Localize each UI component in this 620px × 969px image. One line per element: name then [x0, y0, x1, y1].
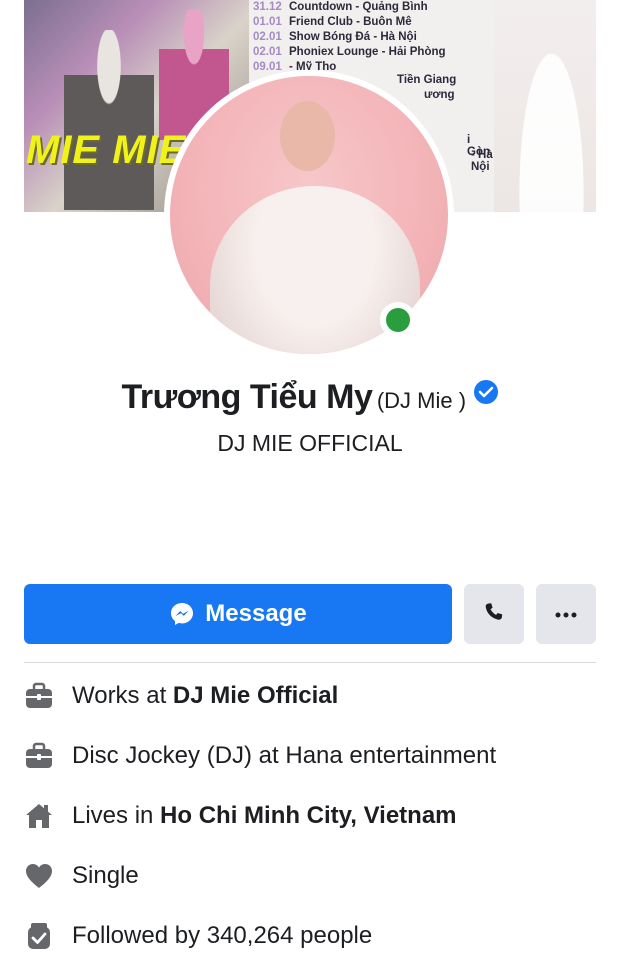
heart-icon: [22, 859, 56, 893]
avatar-head-shape: [280, 101, 335, 171]
call-button[interactable]: [464, 584, 524, 644]
info-text: Single: [72, 862, 139, 889]
briefcase-icon: [22, 739, 56, 773]
profile-name: Trương Tiểu My: [121, 378, 373, 416]
info-text: Followed by 340,264 people: [72, 922, 373, 949]
info-text: Disc Jockey (DJ) at Hana entertainment: [72, 742, 497, 769]
cover-partial-text: Tiền Giang: [397, 74, 457, 86]
message-button[interactable]: Message: [24, 584, 452, 644]
profile-alt-name: (DJ Mie ): [376, 388, 467, 413]
cover-partial-text: - Hà Nội: [471, 149, 493, 173]
schedule-item: 01.01 Friend Club - Buôn Mê: [253, 16, 412, 28]
info-item-work: Works at DJ Mie Official: [22, 676, 338, 716]
info-item-location: Lives in Ho Chi Minh City, Vietnam: [22, 796, 457, 836]
followers-icon: [22, 919, 56, 953]
online-status-dot: [380, 302, 416, 338]
cover-right-panel: [494, 0, 596, 212]
info-item-relationship: Single: [22, 856, 139, 896]
section-divider: [24, 662, 596, 663]
info-item-followers: Followed by 340,264 people: [22, 916, 372, 956]
info-text: Works at DJ Mie Official: [72, 682, 339, 709]
cover-partial-text: ương: [424, 89, 455, 101]
briefcase-icon: [22, 679, 56, 713]
messenger-icon: [169, 601, 195, 627]
profile-name-row: Trương Tiểu My (DJ Mie ): [0, 378, 620, 417]
cover-figure: [64, 30, 154, 210]
cover-schedule: 31.12 Countdown - Quảng Bình 01.01 Friend …: [253, 0, 446, 75]
info-text: Lives in Ho Chi Minh City, Vietnam: [72, 802, 457, 829]
message-button-label: Message: [205, 600, 307, 627]
verified-badge-icon: [474, 380, 499, 404]
more-options-button[interactable]: [536, 584, 596, 644]
more-dots-icon: [555, 605, 577, 623]
schedule-item: 31.12 Countdown - Quảng Bình: [253, 1, 428, 13]
home-icon: [22, 799, 56, 833]
phone-icon: [482, 600, 506, 629]
info-item-job: Disc Jockey (DJ) at Hana entertainment: [22, 736, 496, 776]
cover-mie-text: MIE MIE: [26, 128, 187, 172]
profile-subtitle: DJ MIE OFFICIAL: [217, 430, 403, 456]
schedule-item: 02.01 Show Bóng Đá - Hà Nội: [253, 31, 417, 43]
schedule-item: 02.01 Phoniex Lounge - Hải Phòng: [253, 46, 446, 58]
